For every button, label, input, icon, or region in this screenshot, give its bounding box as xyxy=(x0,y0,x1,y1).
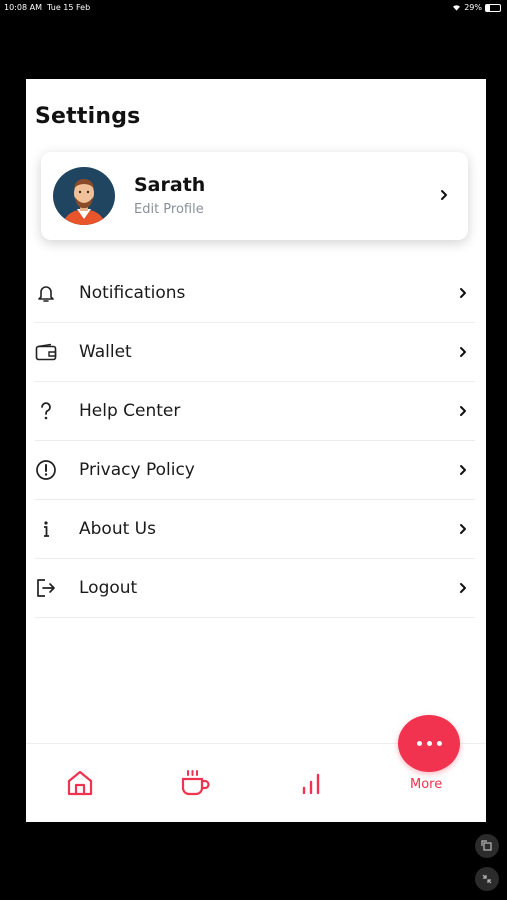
window-icon xyxy=(481,840,492,851)
question-icon xyxy=(35,400,57,422)
status-bar: 10:08 AM Tue 15 Feb 29% xyxy=(0,0,507,14)
nav-home[interactable] xyxy=(63,766,97,800)
wallet-icon xyxy=(35,341,57,363)
info-icon xyxy=(35,518,57,540)
bar-chart-icon xyxy=(302,773,320,795)
profile-name: Sarath xyxy=(134,174,206,196)
collapse-icon xyxy=(482,874,492,884)
page-title: Settings xyxy=(35,104,141,129)
rotate-window-button[interactable] xyxy=(475,834,499,858)
edit-profile-label: Edit Profile xyxy=(134,202,204,217)
menu-item-notifications[interactable]: Notifications xyxy=(35,264,475,323)
logout-icon xyxy=(35,577,57,599)
menu-item-logout[interactable]: Logout xyxy=(35,559,475,618)
chevron-right-icon xyxy=(460,583,466,593)
menu-item-label: Notifications xyxy=(79,283,186,303)
menu-item-about-us[interactable]: About Us xyxy=(35,500,475,559)
status-datetime: 10:08 AM Tue 15 Feb xyxy=(4,3,90,12)
chevron-right-icon xyxy=(441,190,447,200)
menu-item-help-center[interactable]: Help Center xyxy=(35,382,475,441)
wifi-icon xyxy=(453,5,461,11)
minimize-window-button[interactable] xyxy=(475,867,499,891)
chevron-right-icon xyxy=(460,465,466,475)
battery-percent: 29% xyxy=(464,3,482,12)
alert-circle-icon xyxy=(35,459,57,481)
app-window: Settings Sarath Edit Profile Notificatio… xyxy=(26,79,486,822)
more-dots-icon xyxy=(426,741,432,746)
chevron-right-icon xyxy=(460,524,466,534)
menu-item-label: Logout xyxy=(79,578,138,598)
menu-item-privacy-policy[interactable]: Privacy Policy xyxy=(35,441,475,500)
coffee-cup-icon xyxy=(181,770,210,796)
bell-icon xyxy=(35,282,57,304)
menu-item-label: Privacy Policy xyxy=(79,460,195,480)
chevron-right-icon xyxy=(460,347,466,357)
menu-item-label: About Us xyxy=(79,519,156,539)
settings-menu: Notifications Wallet Help Center Privacy… xyxy=(35,264,475,618)
nav-coffee[interactable] xyxy=(178,766,212,800)
menu-item-label: Help Center xyxy=(79,401,181,421)
chevron-right-icon xyxy=(460,406,466,416)
status-indicators: 29% xyxy=(452,3,501,12)
more-label[interactable]: More xyxy=(410,777,442,792)
menu-item-wallet[interactable]: Wallet xyxy=(35,323,475,382)
avatar-illustration xyxy=(63,179,105,225)
battery-icon xyxy=(485,3,501,12)
menu-item-label: Wallet xyxy=(79,342,132,362)
more-dots-icon xyxy=(416,741,422,746)
more-button[interactable] xyxy=(398,715,460,772)
more-dots-icon xyxy=(436,741,442,746)
status-date: Tue 15 Feb xyxy=(47,3,91,12)
avatar xyxy=(53,167,115,225)
nav-stats[interactable] xyxy=(294,766,328,800)
chevron-right-icon xyxy=(460,288,466,298)
status-time: 10:08 AM xyxy=(4,3,42,12)
profile-card[interactable]: Sarath Edit Profile xyxy=(41,152,468,240)
home-icon xyxy=(67,770,93,796)
